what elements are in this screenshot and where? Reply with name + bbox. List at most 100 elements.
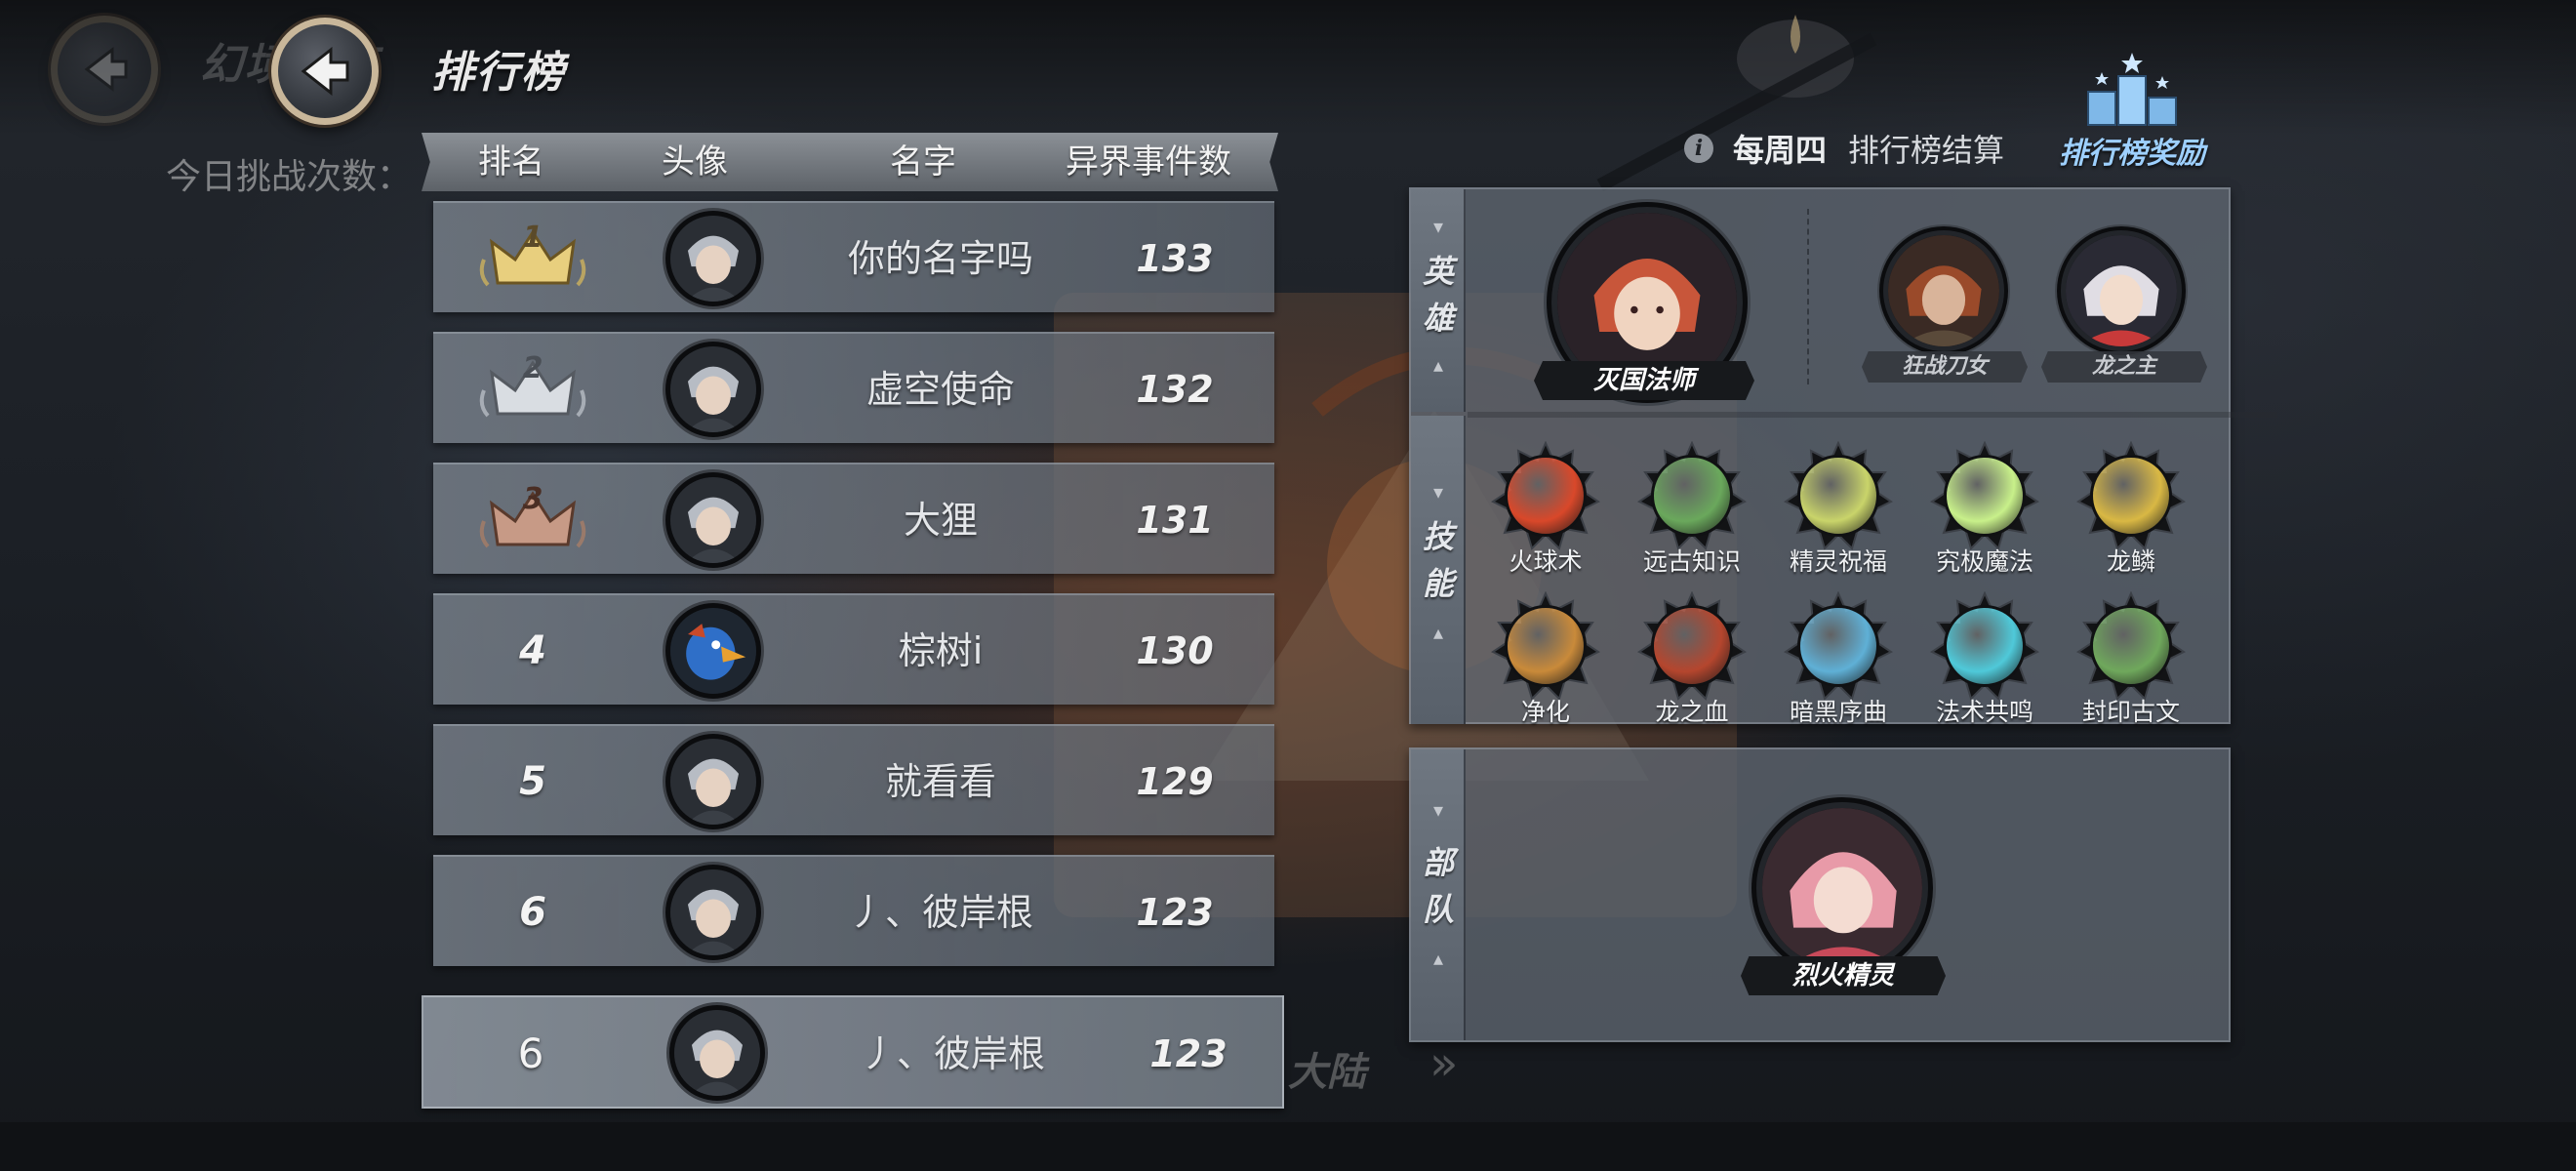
- table-row[interactable]: 4 棕树i 130: [433, 593, 1274, 705]
- main-hero-name: 灭国法师: [1534, 361, 1754, 400]
- skill-icon: [2090, 455, 2172, 537]
- back-button[interactable]: [271, 18, 379, 125]
- skill-name: 龙鳞: [2106, 547, 2155, 576]
- ghost-continent-label: 大陆: [1288, 1050, 1366, 1095]
- blue-bird-portrait-icon: [670, 608, 756, 694]
- skill-slot[interactable]: [1637, 591, 1747, 701]
- skill-name: 究极魔法: [1935, 547, 2033, 576]
- skill-slot[interactable]: [1637, 441, 1747, 550]
- skill-name: 净化: [1520, 698, 1570, 726]
- avatar[interactable]: [665, 603, 761, 699]
- table-header: 排名 头像 名字 异界事件数: [422, 133, 1278, 191]
- fire-spirit-portrait-icon: [1762, 808, 1922, 968]
- avatar[interactable]: [665, 342, 761, 437]
- arrow-up-icon: ▴: [1432, 947, 1444, 970]
- skill-name: 龙之血: [1655, 698, 1729, 726]
- warrior-woman-portrait-icon: [1888, 235, 1999, 346]
- sub-hero-name-2: 龙之主: [2041, 351, 2207, 383]
- sub-hero-portrait-2[interactable]: [2061, 230, 2182, 351]
- skill-icon: [1797, 455, 1879, 537]
- column-event-count: 异界事件数: [1066, 142, 1231, 182]
- arrow-down-icon: ▾: [1432, 798, 1444, 822]
- rank-number: 3: [522, 482, 543, 516]
- skill-icon: [2090, 605, 2172, 687]
- skill-name: 精灵祝福: [1789, 547, 1887, 576]
- sub-hero-portrait-1[interactable]: [1883, 230, 2004, 351]
- column-name: 名字: [890, 142, 956, 182]
- skill-slot[interactable]: [1784, 441, 1893, 550]
- settlement-text: 排行榜结算: [1848, 132, 2005, 169]
- rank-number: 1: [522, 221, 543, 255]
- troop-portrait[interactable]: [1756, 802, 1928, 974]
- player-name: 虚空使命: [865, 368, 1015, 411]
- player-portrait-icon: [670, 739, 756, 825]
- table-row[interactable]: 5 就看看 129: [433, 724, 1274, 835]
- table-row[interactable]: 3 大狸 131: [433, 463, 1274, 574]
- ghost-chevron: »: [1429, 1036, 1459, 1091]
- event-count: 129: [1136, 760, 1214, 803]
- ghost-challenge-count: 今日挑战次数：: [166, 157, 413, 197]
- troop-tab[interactable]: ▾ 部 队 ▴: [1411, 749, 1466, 1040]
- settlement-day: 每周四: [1733, 132, 1828, 169]
- hero-divider: [1807, 209, 1809, 384]
- avatar[interactable]: [665, 865, 761, 960]
- player-name: 你的名字吗: [847, 237, 1033, 280]
- back-arrow-icon: [84, 46, 128, 93]
- back-button-shadow: [51, 16, 158, 123]
- skill-tab[interactable]: ▾ 技 能 ▴: [1411, 416, 1466, 724]
- skill-slot[interactable]: [1930, 441, 2039, 550]
- podium-icon: [2087, 53, 2177, 126]
- hero-tab-label-1: 英: [1422, 253, 1454, 290]
- rank-number: 4: [519, 628, 546, 673]
- skill-name: 暗黑序曲: [1789, 698, 1887, 726]
- skill-icon: [1651, 605, 1733, 687]
- sub-hero-name-1: 狂战刀女: [1862, 351, 2028, 383]
- arrow-up-icon: ▴: [1432, 353, 1444, 377]
- skill-slot[interactable]: [2076, 441, 2186, 550]
- table-row[interactable]: 2 虚空使命 132: [433, 332, 1274, 443]
- skill-slot[interactable]: [1930, 591, 2039, 701]
- table-row[interactable]: 6 丿、彼岸根 123: [433, 855, 1274, 966]
- skill-icon: [1505, 605, 1587, 687]
- skill-name: 法术共鸣: [1935, 698, 2033, 726]
- skill-icon: [1651, 455, 1733, 537]
- back-arrow-icon: [301, 46, 349, 97]
- self-player-name: 丿、彼岸根: [859, 1032, 1045, 1075]
- avatar[interactable]: [665, 472, 761, 568]
- settlement-info: i 每周四 排行榜结算: [1684, 125, 2004, 172]
- player-portrait-icon: [670, 216, 756, 302]
- skill-name: 封印古文: [2081, 698, 2180, 726]
- self-avatar[interactable]: [669, 1005, 765, 1101]
- reward-label: 排行榜奖励: [2059, 137, 2205, 171]
- skill-tab-label-1: 技: [1422, 518, 1454, 555]
- avatar[interactable]: [665, 734, 761, 829]
- self-rank-row[interactable]: 6 丿、彼岸根 123: [422, 995, 1284, 1109]
- skill-tab-label-2: 能: [1422, 565, 1454, 602]
- player-name: 丿、彼岸根: [847, 891, 1033, 934]
- skill-icon: [1944, 605, 2026, 687]
- arrow-up-icon: ▴: [1432, 621, 1444, 644]
- column-rank: 排名: [478, 142, 544, 182]
- skill-slot[interactable]: [1784, 591, 1893, 701]
- avatar[interactable]: [665, 211, 761, 306]
- player-name: 大狸: [903, 499, 978, 542]
- skill-slot[interactable]: [1491, 441, 1600, 550]
- skill-slot[interactable]: [1491, 591, 1600, 701]
- player-portrait-icon: [670, 477, 756, 563]
- arrow-down-icon: ▾: [1432, 480, 1444, 504]
- troop-name: 烈火精灵: [1741, 956, 1946, 995]
- player-name: 就看看: [884, 760, 996, 803]
- skill-slot[interactable]: [2076, 591, 2186, 701]
- event-count: 123: [1136, 891, 1214, 934]
- dragon-lord-portrait-icon: [2066, 235, 2177, 346]
- table-row[interactable]: 1 你的名字吗 133: [433, 201, 1274, 312]
- hero-tab[interactable]: ▾ 英 雄 ▴: [1411, 189, 1466, 412]
- player-portrait-icon: [670, 869, 756, 955]
- page-title: 排行榜: [431, 48, 566, 98]
- info-icon[interactable]: i: [1684, 134, 1713, 163]
- skill-name: 火球术: [1509, 547, 1583, 576]
- skill-name: 远古知识: [1642, 547, 1741, 576]
- skill-icon: [1944, 455, 2026, 537]
- ranking-reward-button[interactable]: 排行榜奖励: [2039, 47, 2225, 174]
- self-event-count: 123: [1149, 1032, 1228, 1075]
